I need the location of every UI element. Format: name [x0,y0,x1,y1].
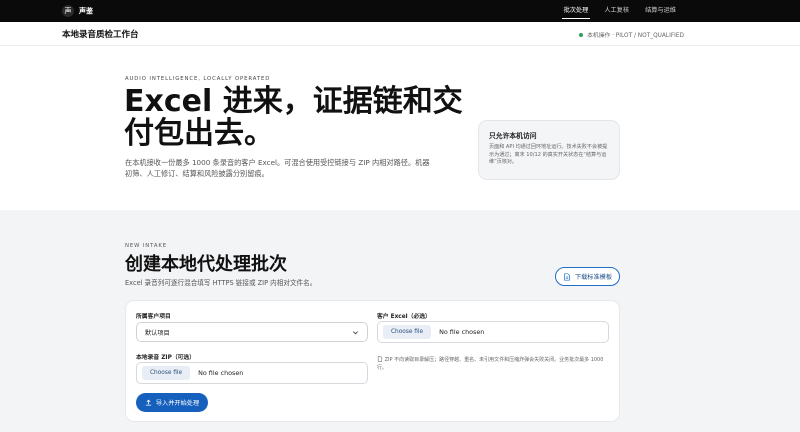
import-start-button[interactable]: 导入并开始处理 [136,393,208,412]
excel-choose-file-button[interactable]: Choose file [383,325,432,339]
project-select[interactable]: 默认项目 [136,322,368,342]
status-text: 本机操作 · PILOT / NOT_QUALIFIED [587,33,684,39]
intake-subtitle: Excel 录音列可逐行混合填写 HTTPS 链接或 ZIP 内相对文件名。 [125,279,317,287]
intake-eyebrow: NEW INTAKE [125,243,168,249]
upload-icon [145,399,151,406]
chevron-down-icon [353,330,358,334]
hero-title: Excel 进来，证据链和交付包出去。 [124,84,463,151]
app-title: 本地录音质检工作台 [62,30,139,40]
intake-title: 创建本地代处理批次 [125,254,287,275]
brand-name: 声鉴 [79,7,93,15]
document-icon [564,272,570,281]
zip-choose-file-button[interactable]: Choose file [142,366,191,380]
hero-description: 在本机接收一份最多 1000 条录音的客户 Excel。可混合使用受控链接与 Z… [125,158,430,178]
sub-header: 本地录音质检工作台 本机操作 · PILOT / NOT_QUALIFIED [0,22,800,46]
notice-title: 只允许本机访问 [489,132,537,140]
excel-file-status: No file chosen [439,328,485,336]
main-nav: 批次处理 人工复核 结算与运维 [556,0,684,22]
nav-item-batch-processing[interactable]: 批次处理 [556,0,597,22]
import-start-label: 导入并开始处理 [155,400,200,407]
brand[interactable]: 声 声鉴 [62,5,93,17]
status-indicator: 本机操作 · PILOT / NOT_QUALIFIED [579,30,684,39]
hero-eyebrow: AUDIO INTELLIGENCE, LOCALLY OPERATED [125,76,271,82]
intake-section: NEW INTAKE 创建本地代处理批次 Excel 录音列可逐行混合填写 HT… [0,210,800,432]
file-icon [377,356,383,362]
project-label: 所属客户项目 [136,314,171,320]
logo-icon: 声 [62,5,74,17]
notice-body: 页面和 API 均通过回环地址运行。技术失败不会被提示为通过；离末 10/12 … [489,144,608,166]
download-template-button[interactable]: 下载标准模板 [555,267,620,286]
local-access-notice: 只允许本机访问 页面和 API 均通过回环地址运行。技术失败不会被提示为通过；离… [478,120,620,180]
excel-label: 客户 Excel（必选） [377,314,431,320]
intake-form: 所属客户项目 默认项目 客户 Excel（必选） Choose file No … [125,300,620,422]
nav-item-settlement-ops[interactable]: 结算与运维 [637,0,684,22]
zip-hint: ZIP 不向读取目录解压；路径穿越、重名、未引用文件和压缩炸弹会失败关闭。业务批… [377,356,613,372]
status-dot-icon [579,32,584,37]
zip-file-status: No file chosen [198,369,244,377]
zip-hint-text: ZIP 不向读取目录解压；路径穿越、重名、未引用文件和压缩炸弹会失败关闭。业务批… [377,357,604,371]
zip-file-input[interactable]: Choose file No file chosen [136,362,368,384]
zip-label: 本地录音 ZIP（可选） [136,355,196,361]
hero-section: AUDIO INTELLIGENCE, LOCALLY OPERATED Exc… [0,46,800,210]
excel-file-input[interactable]: Choose file No file chosen [377,321,609,343]
top-nav-bar: 声 声鉴 批次处理 人工复核 结算与运维 [0,0,800,22]
project-select-value: 默认项目 [145,329,170,337]
download-template-label: 下载标准模板 [574,274,613,281]
nav-item-manual-review[interactable]: 人工复核 [596,0,637,22]
